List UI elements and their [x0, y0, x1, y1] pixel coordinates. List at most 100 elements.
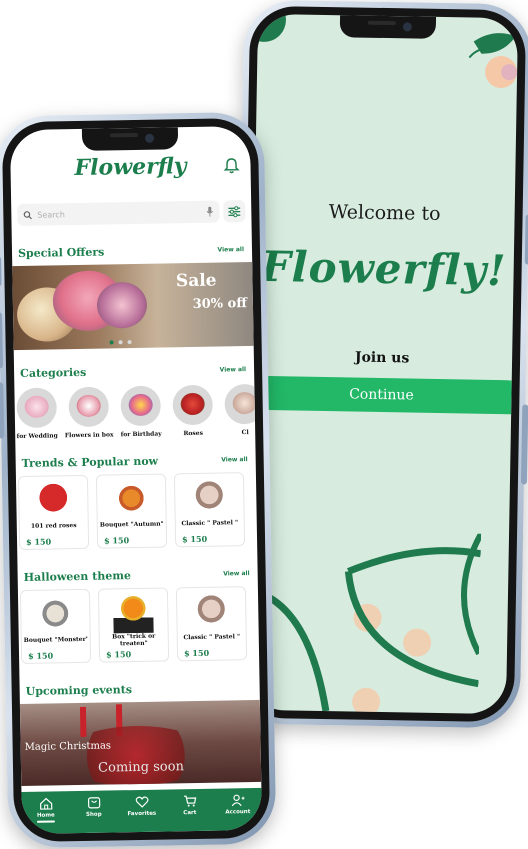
product-name: Bouquet "Monster": [23, 635, 88, 644]
special-offers-view-all-link[interactable]: View all: [217, 246, 244, 253]
tab-label: Account: [225, 809, 251, 816]
welcome-brand-logo: Flowerfly!: [260, 241, 507, 296]
product-card[interactable]: Box "trick or treaten" $ 150: [97, 587, 170, 663]
special-offers-header: Special Offers View all: [18, 242, 244, 260]
tab-label: Favorites: [127, 810, 157, 818]
trends-header: Trends & Popular now View all: [22, 452, 248, 470]
search-placeholder: Search: [37, 209, 65, 220]
category-image: [120, 385, 162, 427]
halloween-list: Bouquet "Monster" $ 150 Box "trick or tr…: [19, 583, 262, 665]
category-label: for Wedding: [16, 432, 58, 441]
welcome-phone: Welcome to Flowerfly! Join us Continue: [231, 0, 528, 729]
notch: [81, 127, 179, 151]
product-card[interactable]: Bouquet "Monster" $ 150: [19, 588, 92, 665]
tab-label: Cart: [183, 809, 197, 817]
continue-button[interactable]: Continue: [251, 375, 512, 415]
product-card[interactable]: Classic " Pastel " $ 150: [175, 586, 248, 662]
category-image: [16, 387, 58, 429]
halloween-header: Halloween theme View all: [24, 566, 250, 584]
welcome-title: Welcome to: [328, 201, 441, 225]
event-title: Magic Christmas: [24, 740, 112, 753]
tab-home[interactable]: Home: [28, 797, 64, 823]
active-tab-indicator: [36, 820, 55, 823]
categories-title: Categories: [20, 365, 87, 380]
product-card[interactable]: Bouquet "Autumn" $ 150: [95, 473, 168, 549]
trends-title: Trends & Popular now: [21, 454, 159, 470]
product-name: Bouquet "Autumn": [99, 520, 164, 529]
category-label: Cl: [241, 429, 249, 437]
sliders-icon: [228, 205, 241, 217]
side-button: [520, 404, 528, 485]
welcome-screen: Welcome to Flowerfly! Join us Continue: [245, 13, 519, 715]
app-logo: Flowerfly: [74, 153, 187, 182]
product-card[interactable]: Classic " Pastel " $ 150: [173, 472, 246, 548]
special-offers-title: Special Offers: [17, 245, 105, 260]
categories-view-all-link[interactable]: View all: [220, 366, 247, 373]
carousel-dots: [109, 340, 132, 345]
categories-list: for Wedding Flowers in box for Birthday …: [14, 381, 263, 440]
search-icon: [23, 210, 32, 219]
home-screen: Flowerfly Search Special Offers View all…: [9, 125, 263, 835]
carousel-dot[interactable]: [109, 340, 114, 345]
leaf-decoration-bottom: [247, 532, 482, 714]
category-label: Flowers in box: [64, 431, 114, 440]
product-image: [190, 593, 232, 633]
events-header: Upcoming events: [26, 680, 252, 698]
volume-down-button: [0, 382, 5, 439]
category-image: [68, 386, 110, 428]
bouquet-image: [96, 281, 148, 329]
mute-switch: [0, 256, 2, 287]
tab-favorites[interactable]: Favorites: [124, 796, 160, 818]
flower-decoration: [468, 33, 518, 89]
carousel-dot[interactable]: [118, 340, 123, 345]
product-price: $ 150: [103, 535, 130, 546]
home-phone: Flowerfly Search Special Offers View all…: [0, 111, 277, 849]
sale-banner[interactable]: Sale 30% off: [12, 261, 254, 351]
notch: [339, 15, 437, 39]
halloween-view-all-link[interactable]: View all: [223, 570, 250, 577]
product-card[interactable]: 101 red roses $ 150: [17, 474, 90, 551]
event-card[interactable]: Magic Christmas Coming soon: [19, 699, 262, 787]
product-image: [35, 596, 76, 635]
category-roses[interactable]: Roses: [170, 384, 215, 438]
tab-account[interactable]: Account: [220, 794, 256, 816]
trends-list: 101 red roses $ 150 Bouquet "Autumn" $ 1…: [17, 469, 262, 551]
tab-shop[interactable]: Shop: [76, 796, 112, 818]
bottom-tab-bar: Home Shop Favorites Cart Account: [21, 787, 263, 835]
product-price: $ 150: [181, 533, 208, 545]
user-icon: [231, 794, 245, 807]
product-price: $ 150: [183, 647, 210, 659]
category-wedding[interactable]: for Wedding: [14, 387, 59, 440]
filter-button[interactable]: [223, 200, 246, 223]
category-birthday[interactable]: for Birthday: [118, 385, 163, 439]
search-input[interactable]: Search: [17, 200, 220, 227]
events-title: Upcoming events: [25, 682, 133, 698]
product-image: [113, 594, 154, 634]
product-price: $ 150: [105, 649, 132, 660]
product-image: [111, 480, 152, 520]
categories-header: Categories View all: [20, 362, 246, 380]
search-row: Search: [17, 200, 246, 227]
heart-icon: [135, 796, 148, 808]
event-subtitle: Coming soon: [97, 759, 185, 776]
microphone-icon[interactable]: [206, 206, 213, 217]
product-name: Classic " Pastel ": [181, 519, 239, 528]
candle: [79, 706, 87, 738]
app-header: Flowerfly: [10, 152, 251, 196]
cart-icon: [183, 795, 196, 807]
category-label: Roses: [183, 429, 204, 438]
category-label: for Birthday: [120, 430, 162, 439]
product-name: Box "trick or treaten": [112, 632, 156, 648]
tab-cart[interactable]: Cart: [172, 795, 208, 817]
product-price: $ 150: [27, 650, 54, 661]
shop-icon: [87, 797, 100, 809]
bell-icon[interactable]: [222, 156, 240, 174]
trends-view-all-link[interactable]: View all: [221, 456, 248, 463]
category-image: [172, 384, 214, 426]
product-image: [189, 479, 230, 519]
product-price: $ 150: [25, 536, 52, 547]
tab-label: Shop: [85, 811, 102, 818]
carousel-dot[interactable]: [127, 340, 132, 345]
home-icon: [39, 797, 52, 810]
category-flowers-in-box[interactable]: Flowers in box: [64, 386, 114, 440]
